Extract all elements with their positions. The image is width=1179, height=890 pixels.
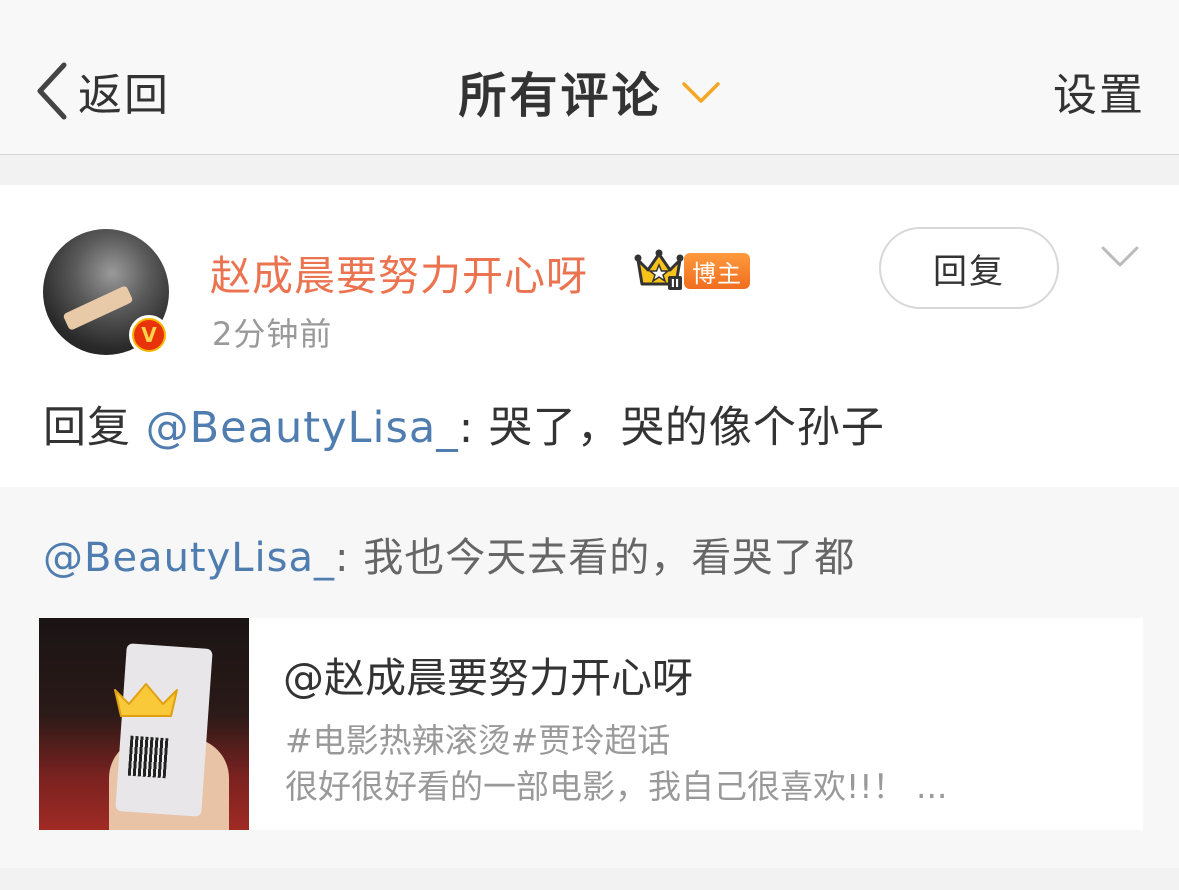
quoted-mention-link[interactable]: @BeautyLisa_ xyxy=(43,535,335,581)
settings-button[interactable]: 设置 xyxy=(1053,58,1145,124)
comment-body: : 哭了，哭的像个孙子 xyxy=(458,403,885,453)
post-description: 很好很好看的一部电影，我自己很喜欢!!！ ... xyxy=(285,767,948,806)
comment-time: 2分钟前 xyxy=(212,315,333,353)
comment-text: 回复 @BeautyLisa_: 哭了，哭的像个孙子 xyxy=(43,393,885,455)
embedded-post[interactable]: @赵成晨要努力开心呀 #电影热辣滚烫#贾玲超话 很好很好看的一部电影，我自己很喜… xyxy=(39,618,1143,830)
svg-text:II: II xyxy=(671,277,679,290)
post-tags: #电影热辣滚烫#贾玲超话 xyxy=(285,721,671,760)
avatar[interactable]: V xyxy=(43,229,169,355)
username[interactable]: 赵成晨要努力开心呀 xyxy=(210,242,588,302)
crown-icon: II xyxy=(634,249,684,290)
chevron-down-icon[interactable] xyxy=(1100,245,1140,269)
title-dropdown[interactable]: 所有评论 xyxy=(0,58,1179,124)
blogger-badge: 博主 xyxy=(684,253,750,289)
nav-header: 返回 所有评论 设置 xyxy=(0,0,1179,155)
post-author: @赵成晨要努力开心呀 xyxy=(283,654,693,702)
mention-link[interactable]: @BeautyLisa_ xyxy=(146,403,459,453)
chevron-down-icon xyxy=(681,82,720,103)
reply-button[interactable]: 回复 xyxy=(879,227,1059,309)
verified-v-icon: V xyxy=(129,315,169,355)
quoted-comment[interactable]: @BeautyLisa_: 我也今天去看的，看哭了都 @赵成晨要努力开心呀 #电… xyxy=(0,487,1179,868)
comment-card: V 赵成晨要努力开心呀 II 博主 2分钟前 回复 回复 @BeautyLisa… xyxy=(0,185,1179,868)
quoted-text: @BeautyLisa_: 我也今天去看的，看哭了都 xyxy=(43,525,855,583)
page-title: 所有评论 xyxy=(458,68,663,124)
post-thumbnail xyxy=(39,618,249,830)
quoted-body: : 我也今天去看的，看哭了都 xyxy=(335,535,856,581)
crown-sticker-icon xyxy=(114,683,178,717)
comment-prefix: 回复 xyxy=(43,403,146,453)
